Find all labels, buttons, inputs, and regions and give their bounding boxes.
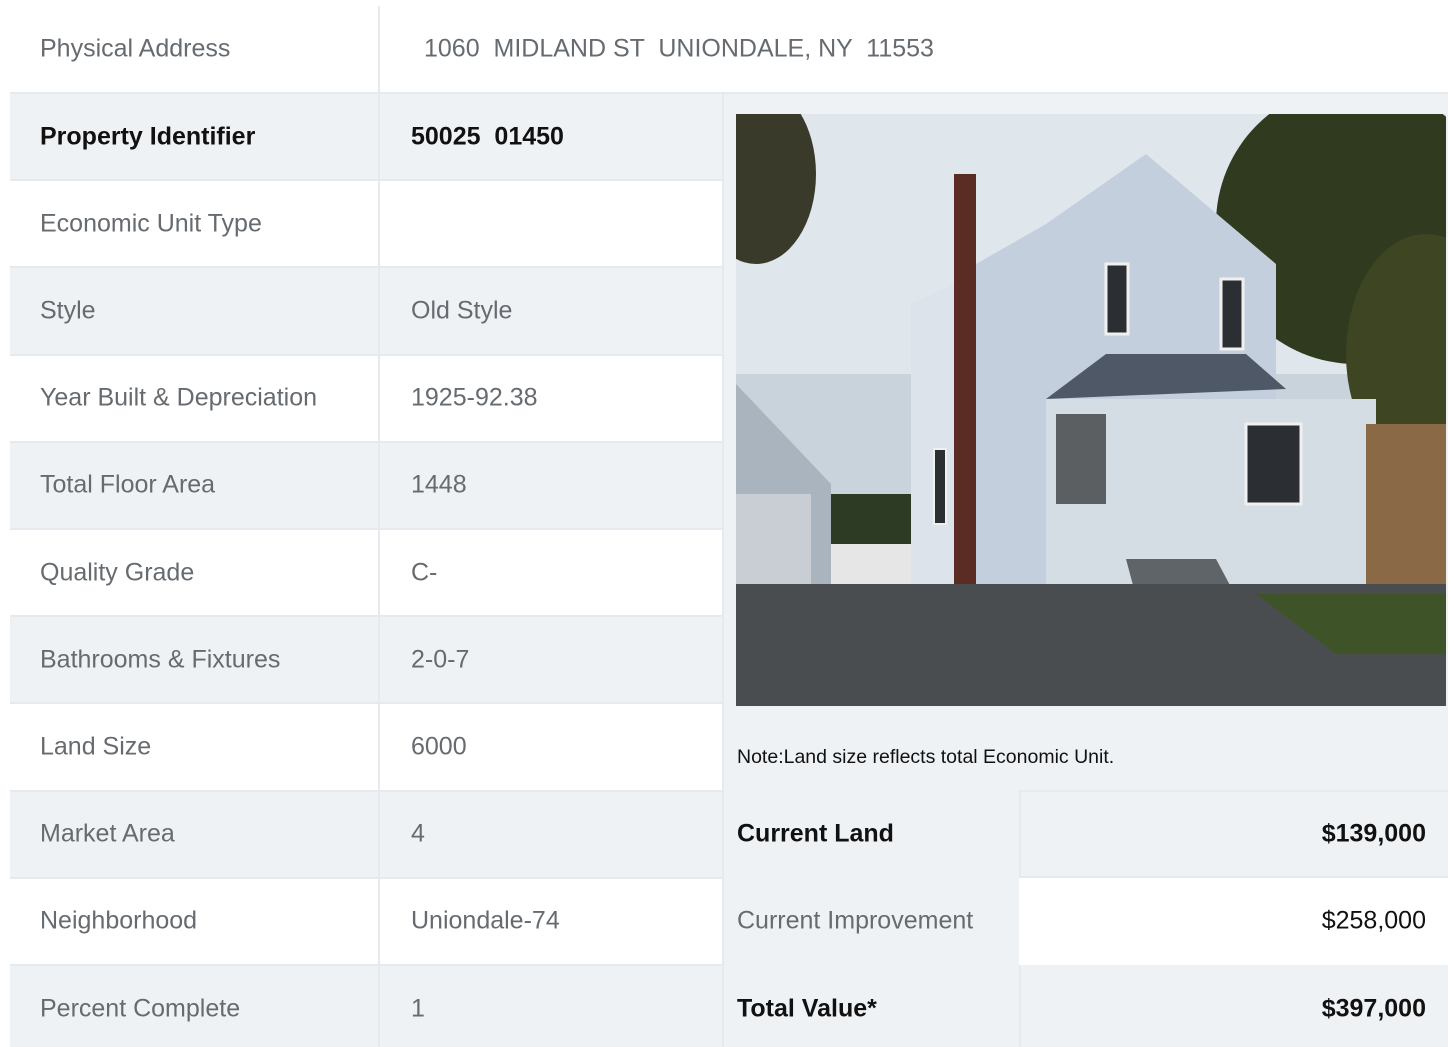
detail-row-property-identifier: Property Identifier 50025 01450 [10,94,722,182]
valuation-label: Current Improvement [737,906,974,935]
house-photo-icon [736,114,1446,706]
detail-row-year-built: Year Built & Depreciation 1925-92.38 [10,355,722,443]
detail-value: Uniondale-74 [411,906,560,935]
valuation-row-current-land: Current Land $139,000 [724,790,1450,878]
detail-label: Property Identifier [40,122,256,151]
physical-address-value-cell: 1060 MIDLAND ST UNIONDALE, NY 11553 [382,6,1448,92]
detail-label: Market Area [40,819,175,848]
physical-address-value: 1060 MIDLAND ST UNIONDALE, NY 11553 [424,34,934,63]
valuation-label: Current Land [737,819,894,848]
detail-row-percent-complete: Percent Complete 1 [10,965,722,1047]
detail-row-total-floor-area: Total Floor Area 1448 [10,442,722,530]
detail-label: Total Floor Area [40,470,216,499]
detail-value: 6000 [411,732,467,761]
property-summary-panel: Note:Land size reflects total Economic U… [722,94,1448,1047]
detail-value: C- [411,558,438,587]
detail-label: Style [40,296,96,325]
property-details-table: Property Identifier 50025 01450 Economic… [10,94,722,1047]
physical-address-row: Physical Address 1060 MIDLAND ST UNIONDA… [10,6,1448,94]
valuation-row-current-improvement: Current Improvement $258,000 [724,877,1450,965]
physical-address-label: Physical Address [40,34,231,63]
house-photo [736,114,1446,706]
detail-row-bathrooms: Bathrooms & Fixtures 2-0-7 [10,617,722,705]
detail-value: 1448 [411,470,467,499]
detail-row-quality-grade: Quality Grade C- [10,529,722,618]
valuation-table: Current Land $139,000 Current Improvemen… [724,790,1450,1047]
detail-label: Year Built & Depreciation [40,383,318,412]
detail-row-economic-unit-type: Economic Unit Type [10,181,722,269]
physical-address-label-cell: Physical Address [10,6,380,92]
detail-value: 1925-92.38 [411,383,538,412]
detail-value: 1 [411,994,425,1023]
valuation-value: $397,000 [1321,994,1426,1023]
detail-value: 4 [411,819,425,848]
detail-value: Old Style [411,296,513,325]
valuation-row-total-value: Total Value* $397,000 [724,965,1450,1047]
detail-value: 50025 01450 [411,122,564,151]
land-size-note: Note:Land size reflects total Economic U… [737,746,1115,768]
detail-label: Bathrooms & Fixtures [40,645,281,674]
valuation-value: $139,000 [1321,819,1426,848]
detail-label: Quality Grade [40,558,195,587]
detail-row-style: Style Old Style [10,268,722,356]
detail-label: Percent Complete [40,994,241,1023]
detail-label: Land Size [40,732,152,761]
detail-label: Neighborhood [40,906,198,935]
detail-row-market-area: Market Area 4 [10,791,722,879]
valuation-value: $258,000 [1321,906,1426,935]
detail-row-land-size: Land Size 6000 [10,704,722,792]
detail-label: Economic Unit Type [40,209,262,238]
valuation-label: Total Value* [737,994,877,1023]
detail-value: 2-0-7 [411,645,470,674]
detail-row-neighborhood: Neighborhood Uniondale-74 [10,878,722,966]
